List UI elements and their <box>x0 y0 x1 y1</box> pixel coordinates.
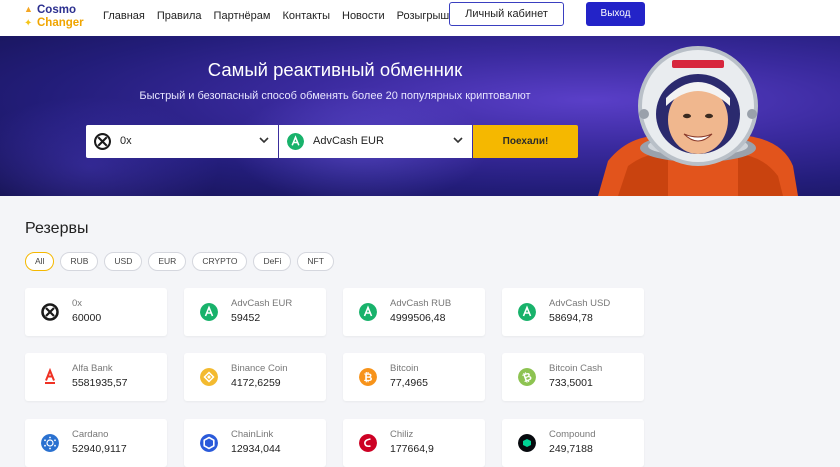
reserve-name: Binance Coin <box>231 363 288 374</box>
filter-defi[interactable]: DeFi <box>253 252 292 271</box>
chainlink-icon <box>200 434 218 452</box>
reserve-value: 12934,044 <box>231 443 281 455</box>
reserve-card[interactable]: 0x 60000 <box>25 288 167 336</box>
svg-text:₿: ₿ <box>364 371 373 384</box>
nav-rules[interactable]: Правила <box>157 9 202 23</box>
reserve-name: AdvCash EUR <box>231 298 293 309</box>
reserve-name: Chiliz <box>390 429 414 440</box>
astronaut-illustration <box>598 46 798 196</box>
filter-usd[interactable]: USD <box>104 252 143 271</box>
alfa-bank-icon <box>45 368 55 384</box>
reserve-value: 249,7188 <box>549 443 593 455</box>
reserve-card[interactable]: ₿ Bitcoin Cash 733,5001 <box>502 353 644 401</box>
reserve-value: 4999506,48 <box>390 312 446 324</box>
nav-partners[interactable]: Партнёрам <box>214 9 271 23</box>
reserve-card[interactable]: AdvCash EUR 59452 <box>184 288 326 336</box>
chevron-down-icon <box>453 137 463 144</box>
advcash-icon <box>200 303 218 321</box>
advcash-icon <box>359 303 377 321</box>
filter-crypto[interactable]: CRYPTO <box>192 252 248 271</box>
0x-icon <box>41 303 59 321</box>
bitcoin-icon: ₿ <box>359 368 377 386</box>
logo[interactable]: ▲ ✦ Cosmo Changer <box>22 4 96 32</box>
from-currency-select[interactable]: 0x <box>86 125 278 158</box>
reserve-value: 60000 <box>72 312 102 324</box>
reserve-name: AdvCash USD <box>549 298 611 309</box>
reserve-name: Cardano <box>72 429 109 440</box>
hero-title: Самый реактивный обменник <box>207 59 463 80</box>
reserve-card[interactable]: Chiliz 177664,9 <box>343 419 485 467</box>
hero-banner: Самый реактивный обменник Быстрый и безо… <box>0 36 840 196</box>
nav-giveaway[interactable]: Розыгрыш <box>397 9 450 23</box>
reserve-name: ChainLink <box>231 429 274 440</box>
reserve-value: 4172,6259 <box>231 377 281 389</box>
top-header: ▲ ✦ Cosmo Changer Главная Правила Партнё… <box>0 0 840 36</box>
reserve-card[interactable]: Binance Coin 4172,6259 <box>184 353 326 401</box>
hero-subtitle: Быстрый и безопасный способ обменять бол… <box>139 90 531 102</box>
reserve-card[interactable]: AdvCash USD 58694,78 <box>502 288 644 336</box>
reserve-filters: All RUB USD EUR CRYPTO DeFi NFT <box>25 252 340 271</box>
bitcoin-cash-icon: ₿ <box>518 368 536 386</box>
reserve-card[interactable]: Compound 249,7188 <box>502 419 644 467</box>
main-nav: Главная Правила Партнёрам Контакты Новос… <box>103 9 461 23</box>
to-currency-select[interactable]: AdvCash EUR <box>279 125 472 158</box>
reserve-name: 0x <box>72 298 83 309</box>
binance-coin-icon <box>200 368 218 386</box>
rocket-icon: ▲ <box>24 4 33 14</box>
filter-eur[interactable]: EUR <box>148 252 187 271</box>
reserve-value: 733,5001 <box>549 377 593 389</box>
reserve-card[interactable]: ₿ Bitcoin 77,4965 <box>343 353 485 401</box>
advcash-icon <box>518 303 536 321</box>
reserve-card[interactable]: Cardano 52940,9117 <box>25 419 167 467</box>
reserves-title: Резервы <box>25 220 89 237</box>
logo-line2: Changer <box>37 17 84 29</box>
star-icon: ✦ <box>24 18 33 29</box>
reserve-card[interactable]: ChainLink 12934,044 <box>184 419 326 467</box>
compound-icon <box>518 434 536 452</box>
reserve-name: Compound <box>549 429 596 440</box>
filter-all[interactable]: All <box>25 252 55 271</box>
logo-line1: Cosmo <box>37 4 76 16</box>
0x-icon <box>94 133 111 150</box>
reserve-card[interactable]: Alfa Bank 5581935,57 <box>25 353 167 401</box>
reserve-value: 5581935,57 <box>72 377 128 389</box>
reserve-value: 77,4965 <box>390 377 428 389</box>
nav-contacts[interactable]: Контакты <box>282 9 330 23</box>
logout-button[interactable]: Выход <box>586 2 645 26</box>
chevron-down-icon <box>259 137 269 144</box>
reserve-value: 59452 <box>231 312 261 324</box>
personal-cabinet-button[interactable]: Личный кабинет <box>449 2 564 26</box>
go-button[interactable]: Поехали! <box>473 125 578 158</box>
from-currency-label: 0x <box>120 135 132 147</box>
reserve-value: 177664,9 <box>390 443 434 455</box>
reserve-name: Alfa Bank <box>72 363 113 374</box>
chiliz-icon <box>359 434 377 452</box>
nav-news[interactable]: Новости <box>342 9 385 23</box>
reserve-name: Bitcoin Cash <box>549 363 603 374</box>
reserve-name: AdvCash RUB <box>390 298 452 309</box>
reserve-card[interactable]: AdvCash RUB 4999506,48 <box>343 288 485 336</box>
reserve-value: 58694,78 <box>549 312 593 324</box>
reserve-value: 52940,9117 <box>72 443 127 455</box>
advcash-icon <box>287 133 304 150</box>
to-currency-label: AdvCash EUR <box>313 135 384 147</box>
nav-main[interactable]: Главная <box>103 9 145 23</box>
reserve-name: Bitcoin <box>390 363 419 374</box>
filter-nft[interactable]: NFT <box>297 252 334 271</box>
filter-rub[interactable]: RUB <box>60 252 99 271</box>
cardano-icon <box>41 434 59 452</box>
